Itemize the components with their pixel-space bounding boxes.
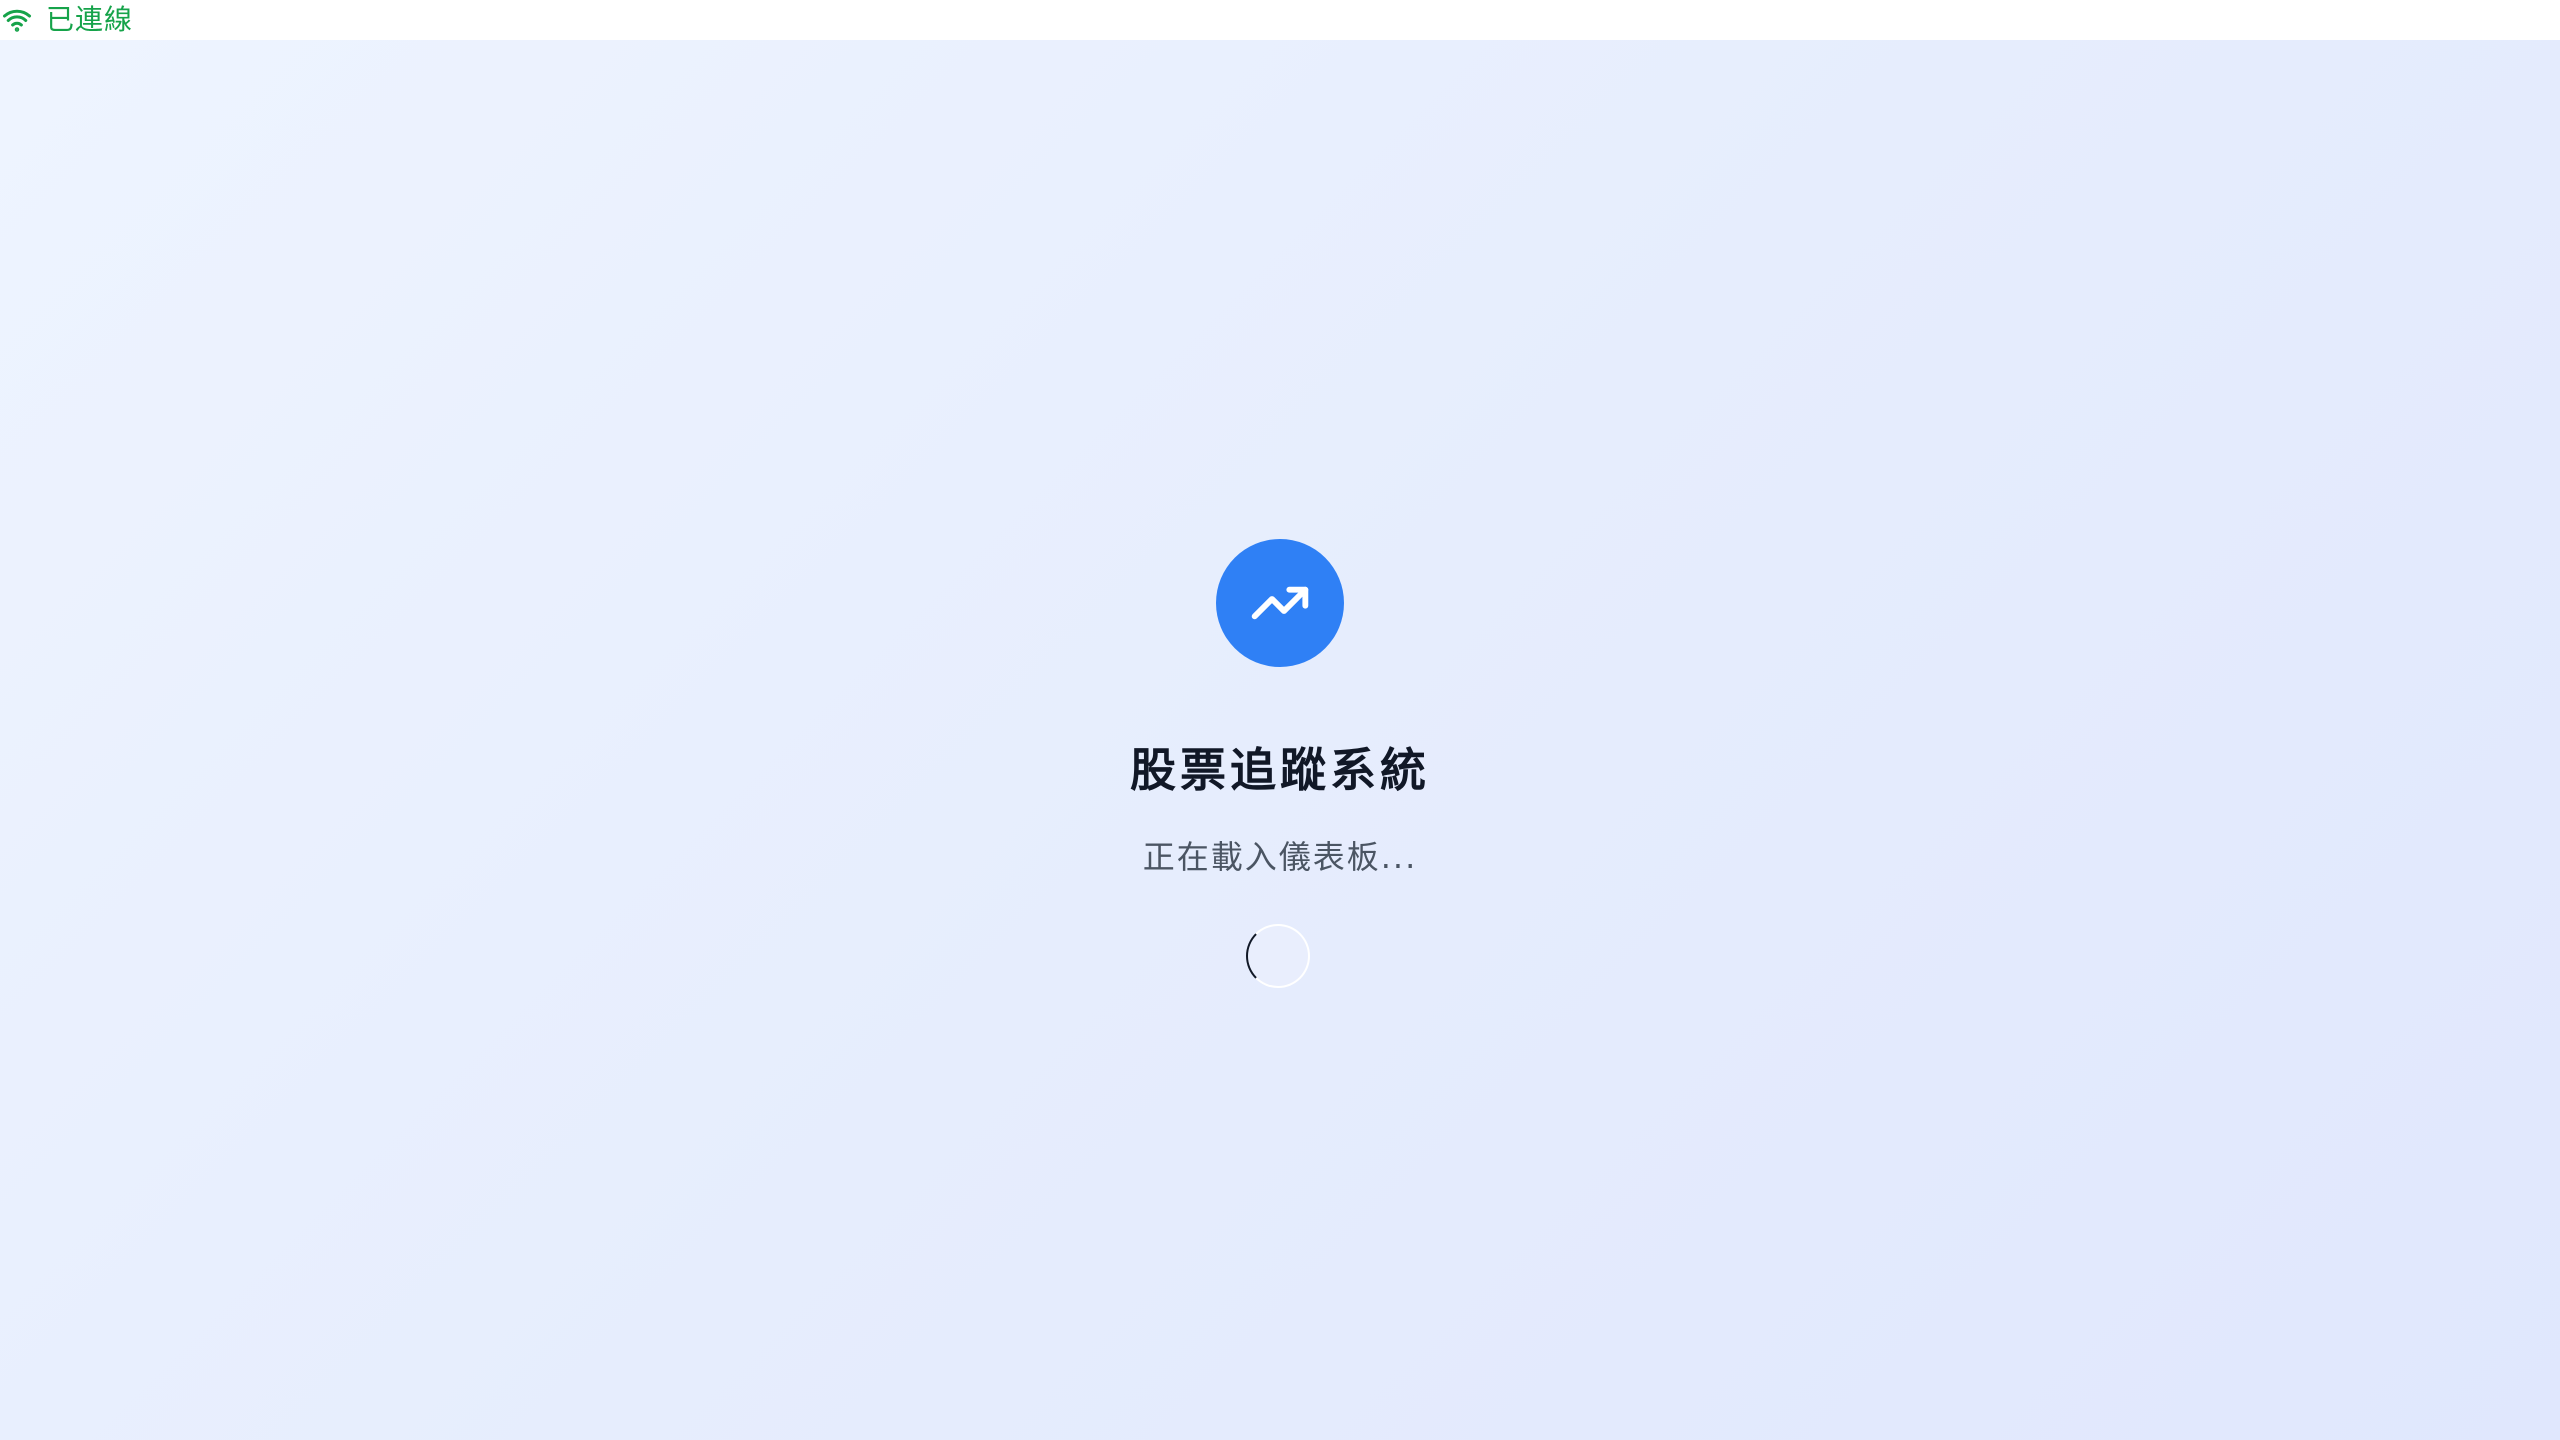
loading-spinner <box>1246 924 1310 988</box>
loading-message: 正在載入儀表板... <box>1142 838 1418 876</box>
connection-status: 已連線 <box>0 0 133 40</box>
loading-panel: 股票追蹤系統 正在載入儀表板... <box>0 40 2560 1440</box>
trending-up-icon <box>1251 586 1309 620</box>
loading-screen: 股票追蹤系統 正在載入儀表板... <box>0 40 2560 1440</box>
status-bar: 已連線 <box>0 0 2560 40</box>
wifi-icon <box>3 9 31 32</box>
app-title: 股票追蹤系統 <box>1130 743 1430 797</box>
connection-status-label: 已連線 <box>46 3 134 36</box>
app-logo <box>1216 539 1344 667</box>
